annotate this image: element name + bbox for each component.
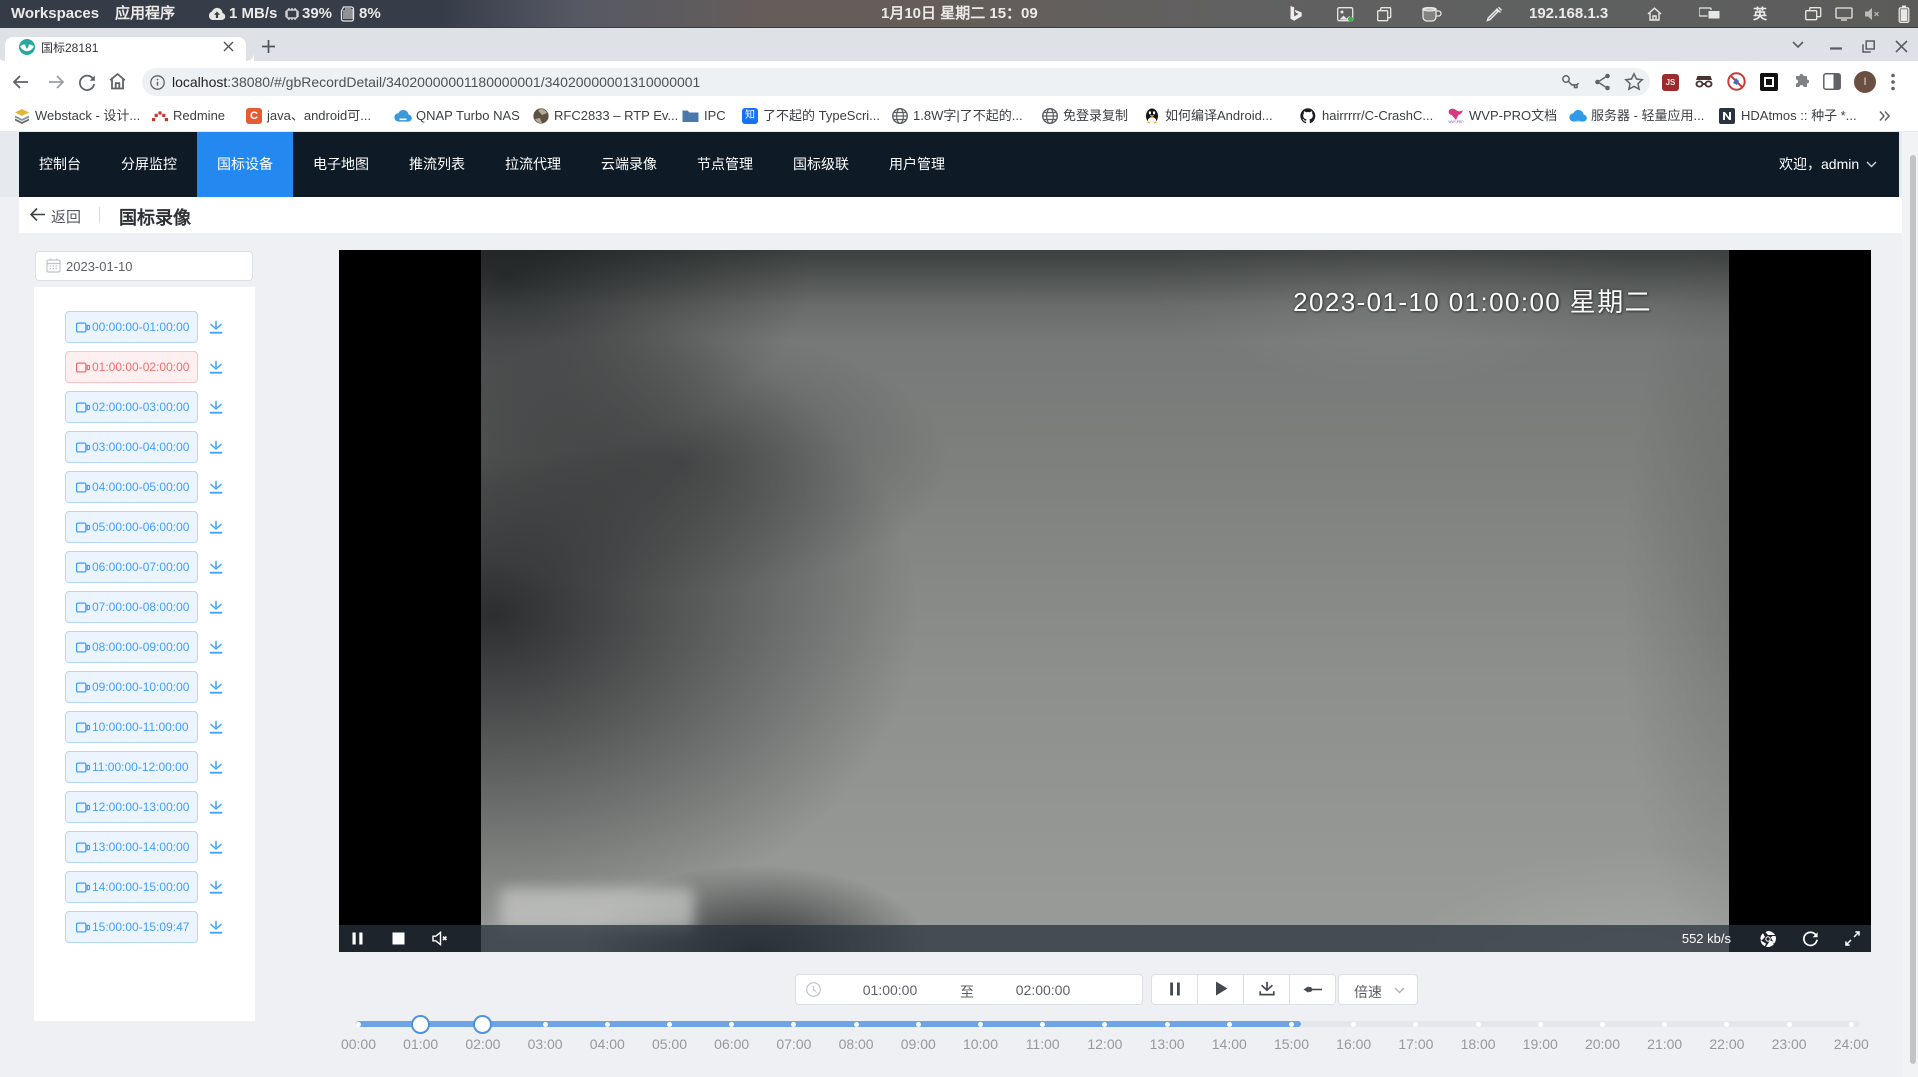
svg-text:WVP-PRO: WVP-PRO <box>1448 120 1464 124</box>
